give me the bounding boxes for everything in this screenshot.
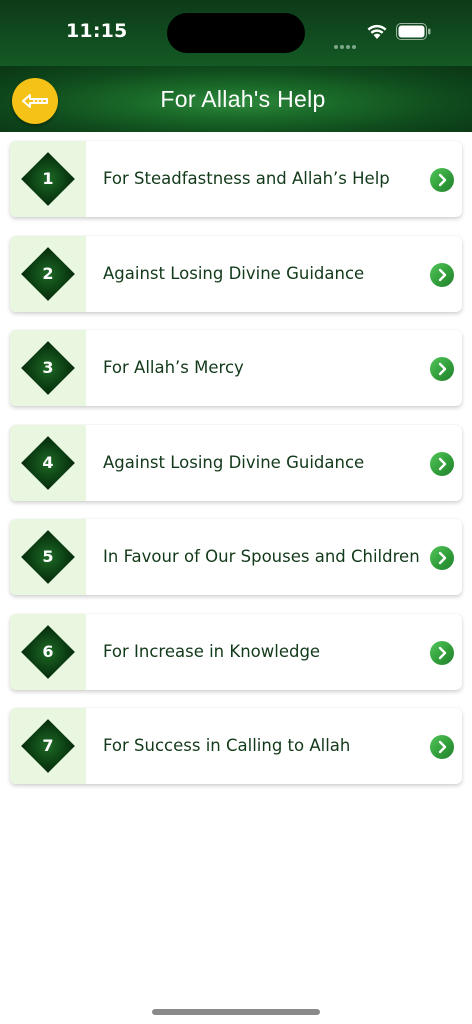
list-item[interactable]: 7 For Success in Calling to Allah	[10, 708, 462, 784]
battery-icon	[396, 23, 431, 40]
chevron-right-icon[interactable]	[430, 640, 454, 665]
page-title: For Allah's Help	[160, 86, 326, 112]
status-bar: 11:15	[0, 0, 472, 66]
home-indicator[interactable]	[152, 1009, 320, 1015]
nav-bar: For Allah's Help	[0, 66, 472, 132]
number-panel: 4	[10, 424, 86, 501]
list-item[interactable]: 5 In Favour of Our Spouses and Children	[10, 519, 462, 595]
chevron-right-icon[interactable]	[430, 451, 454, 476]
dua-list: 1 For Steadfastness and Allah’s Help 2 A…	[10, 141, 462, 803]
number-panel: 1	[10, 141, 86, 217]
item-number: 2	[42, 263, 54, 283]
item-label: For Steadfastness and Allah’s Help	[103, 169, 390, 188]
item-number: 1	[42, 169, 54, 188]
item-label: In Favour of Our Spouses and Children	[103, 547, 420, 566]
dynamic-island	[167, 13, 305, 53]
list-item[interactable]: 1 For Steadfastness and Allah’s Help	[10, 141, 462, 217]
item-label: For Allah’s Mercy	[103, 358, 244, 377]
item-number: 5	[42, 547, 54, 566]
chevron-right-icon[interactable]	[430, 262, 454, 287]
wifi-icon	[367, 24, 387, 39]
list-item[interactable]: 6 For Increase in Knowledge	[10, 613, 462, 690]
item-number: 6	[42, 641, 54, 661]
item-label: Against Losing Divine Guidance	[103, 263, 365, 283]
item-number: 4	[42, 452, 54, 472]
number-panel: 5	[10, 519, 86, 595]
list-item[interactable]: 3 For Allah’s Mercy	[10, 330, 462, 406]
status-time: 11:15	[66, 20, 128, 42]
item-label: Against Losing Divine Guidance	[103, 452, 365, 472]
item-number: 7	[42, 736, 54, 755]
number-panel: 6	[10, 613, 86, 690]
chevron-right-icon[interactable]	[430, 168, 454, 192]
number-panel: 3	[10, 330, 86, 406]
list-item[interactable]: 4 Against Losing Divine Guidance	[10, 424, 462, 501]
chevron-right-icon[interactable]	[430, 546, 454, 570]
cellular-signal-icon	[334, 34, 360, 49]
chevron-right-icon[interactable]	[430, 735, 454, 759]
item-label: For Success in Calling to Allah	[103, 736, 351, 755]
number-panel: 2	[10, 235, 86, 312]
list-item[interactable]: 2 Against Losing Divine Guidance	[10, 235, 462, 312]
item-number: 3	[42, 358, 54, 377]
number-panel: 7	[10, 708, 86, 784]
chevron-right-icon[interactable]	[430, 357, 454, 381]
item-label: For Increase in Knowledge	[103, 641, 321, 661]
